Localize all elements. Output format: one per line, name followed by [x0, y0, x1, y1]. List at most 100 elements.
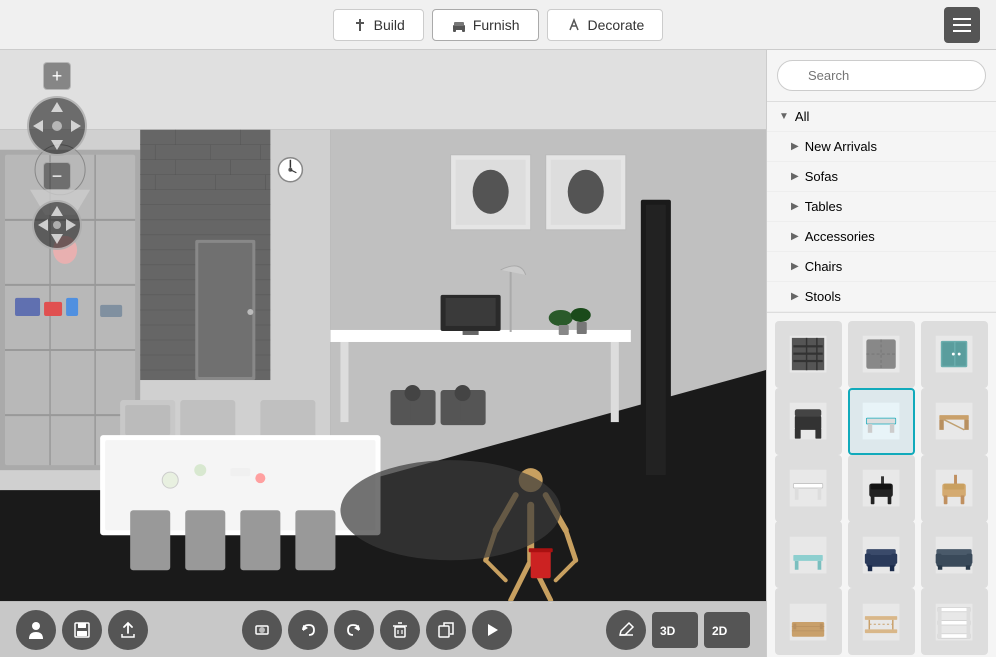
- build-button[interactable]: Build: [333, 9, 424, 41]
- orbit-right-arrow: [66, 219, 76, 231]
- edit-icon: [617, 621, 635, 639]
- orbit-control[interactable]: [32, 200, 82, 250]
- viewport[interactable]: + −: [0, 50, 766, 657]
- category-item-sofas[interactable]: ▶ Sofas: [767, 162, 996, 192]
- cat-label-stools: Stools: [805, 289, 841, 304]
- svg-text:2D: 2D: [712, 624, 728, 638]
- product-item-sofa-dark[interactable]: [921, 521, 988, 588]
- hamburger-menu-button[interactable]: [944, 7, 980, 43]
- product-item-wall-shelves[interactable]: [775, 321, 842, 388]
- right-panel: 🔍 ▼ All ▶ New Arrivals ▶ Sofas ▶ Tables: [766, 50, 996, 657]
- category-item-tables[interactable]: ▶ Tables: [767, 192, 996, 222]
- product-item-wood-box[interactable]: [775, 588, 842, 655]
- product-item-chair-natural[interactable]: [921, 455, 988, 522]
- upload-button[interactable]: [108, 610, 148, 650]
- room-scene: [0, 50, 766, 657]
- cat-arrow-all: ▼: [779, 111, 789, 122]
- white-table-preview: [786, 466, 830, 510]
- cat-arrow-stools: ▶: [791, 291, 799, 302]
- decorate-icon: [566, 17, 582, 33]
- zoom-in-button[interactable]: +: [43, 62, 71, 90]
- undo-button[interactable]: [288, 610, 328, 650]
- person-button[interactable]: [16, 610, 56, 650]
- 3d-mode-button[interactable]: 3D: [652, 612, 698, 648]
- rotate-down-arrow: [51, 140, 63, 150]
- orbit-left-arrow: [38, 219, 48, 231]
- upload-icon: [119, 621, 137, 639]
- product-item-white-shelf[interactable]: [921, 588, 988, 655]
- cat-arrow-sofas: ▶: [791, 171, 799, 182]
- play-button[interactable]: [472, 610, 512, 650]
- orbit-up-arrow: [51, 206, 63, 216]
- cushion-preview: [859, 332, 903, 376]
- product-item-chair-dark[interactable]: [775, 388, 842, 455]
- side-table-wood-preview: [932, 399, 976, 443]
- cat-arrow-new-arrivals: ▶: [791, 141, 799, 152]
- wood-box-preview: [786, 600, 830, 644]
- floor-plan-icon: [253, 621, 271, 639]
- cat-arrow-accessories: ▶: [791, 231, 799, 242]
- top-toolbar: Build Furnish Decorate: [0, 0, 996, 50]
- category-item-accessories[interactable]: ▶ Accessories: [767, 222, 996, 252]
- furnish-label: Furnish: [473, 17, 520, 33]
- floor-plan-button[interactable]: [242, 610, 282, 650]
- product-item-white-table[interactable]: [775, 455, 842, 522]
- orbit-down-arrow: [51, 234, 63, 244]
- left-controls: [16, 610, 148, 650]
- delete-icon: [391, 621, 409, 639]
- redo-icon: [345, 621, 363, 639]
- cabinet-teal-preview: [932, 332, 976, 376]
- rotate-right-arrow: [71, 120, 81, 132]
- decorate-button[interactable]: Decorate: [547, 9, 664, 41]
- cat-label-tables: Tables: [805, 199, 843, 214]
- sofa-dark-preview: [932, 533, 976, 577]
- bottom-bar: 3D 2D: [0, 601, 766, 657]
- furnish-button[interactable]: Furnish: [432, 9, 539, 41]
- compass[interactable]: [27, 96, 87, 156]
- 2d-mode-button[interactable]: 2D: [704, 612, 750, 648]
- product-item-cushion[interactable]: [848, 321, 915, 388]
- product-item-coffee-table[interactable]: [848, 388, 915, 455]
- cat-arrow-tables: ▶: [791, 201, 799, 212]
- 3d-icon: 3D: [659, 618, 691, 642]
- save-icon: [73, 621, 91, 639]
- navigation-controls: + −: [12, 62, 102, 262]
- decorate-label: Decorate: [588, 17, 645, 33]
- orbit-center: [53, 221, 61, 229]
- copy-button[interactable]: [426, 610, 466, 650]
- teal-table-preview: [786, 533, 830, 577]
- search-input[interactable]: [777, 60, 986, 91]
- rotate-up-arrow: [51, 102, 63, 112]
- category-item-all[interactable]: ▼ All: [767, 102, 996, 132]
- armchair-dark-preview: [859, 533, 903, 577]
- furnish-icon: [451, 17, 467, 33]
- white-shelf-preview: [932, 600, 976, 644]
- category-tree: ▼ All ▶ New Arrivals ▶ Sofas ▶ Tables ▶ …: [767, 102, 996, 313]
- chair-dark-preview: [786, 399, 830, 443]
- side-table-glass-preview: [859, 600, 903, 644]
- build-label: Build: [374, 17, 405, 33]
- product-item-cabinet-teal[interactable]: [921, 321, 988, 388]
- category-item-stools[interactable]: ▶ Stools: [767, 282, 996, 312]
- save-button[interactable]: [62, 610, 102, 650]
- right-controls: 3D 2D: [606, 610, 750, 650]
- play-icon: [483, 621, 501, 639]
- zoom-out-button[interactable]: −: [43, 162, 71, 190]
- copy-icon: [437, 621, 455, 639]
- delete-button[interactable]: [380, 610, 420, 650]
- cat-label-all: All: [795, 109, 809, 124]
- main-area: + −: [0, 50, 996, 657]
- redo-button[interactable]: [334, 610, 374, 650]
- product-item-armchair-dark[interactable]: [848, 521, 915, 588]
- product-item-side-table-glass[interactable]: [848, 588, 915, 655]
- cat-arrow-chairs: ▶: [791, 261, 799, 272]
- cat-label-chairs: Chairs: [805, 259, 843, 274]
- category-item-chairs[interactable]: ▶ Chairs: [767, 252, 996, 282]
- edit-button[interactable]: [606, 610, 646, 650]
- category-item-new-arrivals[interactable]: ▶ New Arrivals: [767, 132, 996, 162]
- product-item-teal-table[interactable]: [775, 521, 842, 588]
- search-wrapper: 🔍: [777, 60, 986, 91]
- product-item-side-table-wood[interactable]: [921, 388, 988, 455]
- product-item-chair-black[interactable]: [848, 455, 915, 522]
- 2d-icon: 2D: [711, 618, 743, 642]
